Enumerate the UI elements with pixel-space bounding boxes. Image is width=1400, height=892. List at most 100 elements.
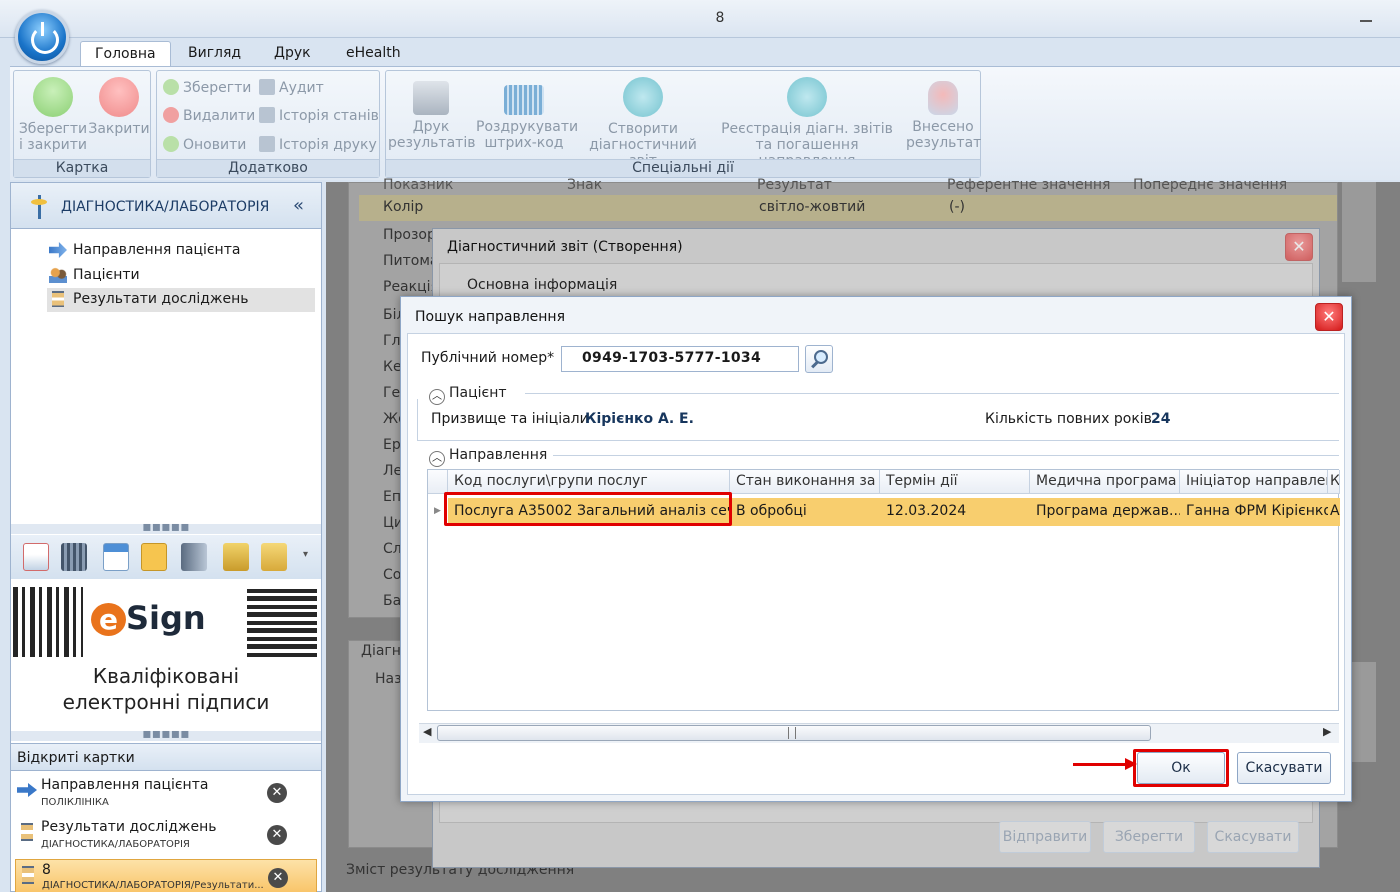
- tab-ehealth[interactable]: eHealth: [332, 41, 415, 67]
- navigation-sidebar: ДІАГНОСТИКА/ЛАБОРАТОРІЯ « Направлення па…: [10, 182, 322, 892]
- printer-icon: [413, 81, 449, 115]
- book-icon[interactable]: [223, 543, 249, 571]
- highlight-frame-ok: [1133, 749, 1229, 787]
- result-entered-button[interactable]: Внесено результат: [906, 77, 981, 151]
- open-cards-header: Відкриті картки: [11, 743, 321, 771]
- col-header-state[interactable]: Стан виконання за г: [730, 470, 880, 494]
- patient-age-label: Кількість повних років: [985, 411, 1152, 427]
- caduceus-module-icon[interactable]: [141, 543, 167, 571]
- patient-age: 24: [1151, 411, 1171, 427]
- folder-icon[interactable]: [261, 543, 287, 571]
- delete-button[interactable]: Видалити: [163, 107, 255, 127]
- collapse-button[interactable]: «: [293, 195, 304, 216]
- close-card-icon[interactable]: ✕: [268, 868, 288, 888]
- cell-k[interactable]: А: [1328, 498, 1340, 526]
- sidebar-item-results[interactable]: Результати досліджень: [47, 288, 315, 312]
- col-header-program[interactable]: Медична програма: [1030, 470, 1180, 494]
- esign-banner[interactable]: e Sign Кваліфіковані електронні підписи: [11, 581, 321, 731]
- sidebar-splitter[interactable]: ▪▪▪▪▪: [11, 520, 321, 534]
- highlight-frame-code: [444, 492, 732, 526]
- ribbon-group-special: Друк результатів Роздрукувати штрих-код …: [385, 70, 981, 178]
- referral-section[interactable]: ︿ Направлення: [429, 447, 547, 467]
- audit-button[interactable]: Аудит: [259, 79, 324, 99]
- tab-home[interactable]: Головна: [80, 41, 171, 67]
- close-button[interactable]: Закрити: [88, 77, 150, 137]
- tab-view[interactable]: Вигляд: [174, 41, 255, 67]
- search-close-icon[interactable]: ✕: [1315, 303, 1343, 331]
- tab-print[interactable]: Друк: [260, 41, 325, 67]
- public-number-label: Публічний номер*: [421, 350, 555, 366]
- register-reports-button[interactable]: Реєстрація діагн. звітів та погашення на…: [712, 77, 902, 169]
- hourglass-icon: [22, 866, 34, 884]
- esign-text: Кваліфіковані електронні підписи: [62, 664, 270, 714]
- state-history-button[interactable]: Історія станів: [259, 107, 379, 127]
- report-section-title: Основна інформація: [467, 277, 618, 293]
- app-menu-button[interactable]: [15, 10, 69, 64]
- public-number-input[interactable]: 0949-1703-5777-1034: [561, 346, 799, 372]
- create-report-button[interactable]: Створити діагностичний звіт: [576, 77, 710, 169]
- save-button[interactable]: Зберегти: [163, 79, 251, 99]
- row-name: Ба: [383, 593, 402, 609]
- close-card-icon[interactable]: ✕: [267, 825, 287, 845]
- cell-initiator[interactable]: Ганна ФРМ Кірієнко: [1180, 498, 1328, 526]
- horizontal-scrollbar[interactable]: ◀ ▶: [419, 723, 1339, 743]
- audit-icon: [259, 79, 275, 95]
- esign-logo: e Sign: [91, 599, 206, 637]
- cancel-button[interactable]: Скасувати: [1237, 752, 1331, 784]
- hourglass-icon: [52, 291, 64, 307]
- col-header-code[interactable]: Код послуги\групи послуг: [448, 470, 730, 494]
- hospital-icon[interactable]: [23, 543, 49, 571]
- history-icon: [259, 107, 275, 123]
- qr-code-left-icon: [13, 587, 83, 657]
- row-name: Прозор: [383, 227, 436, 243]
- xray-icon: [623, 77, 663, 117]
- open-card-referral[interactable]: Направлення пацієнта ПОЛІКЛІНІКА ✕: [15, 775, 317, 815]
- close-card-icon[interactable]: ✕: [267, 783, 287, 803]
- sidebar-item-patients[interactable]: Пацієнти: [47, 264, 140, 288]
- report-close-icon[interactable]: ✕: [1285, 233, 1313, 261]
- open-card-results[interactable]: Результати досліджень ДІАГНОСТИКА/ЛАБОРА…: [15, 817, 317, 857]
- books-icon[interactable]: [181, 543, 207, 571]
- report-dialog-title: Діагностичний звіт (Створення): [447, 239, 683, 255]
- send-button[interactable]: Відправити: [999, 821, 1091, 853]
- print-history-button[interactable]: Історія друку: [259, 136, 377, 156]
- red-arrow-icon: [1073, 763, 1131, 766]
- col-header-term[interactable]: Термін дії: [880, 470, 1030, 494]
- cell-program[interactable]: Програма держав...: [1030, 498, 1180, 526]
- table-row[interactable]: Колір світло-жовтий (-): [359, 195, 1337, 221]
- patients-icon: [49, 267, 67, 283]
- row-name: Сл: [383, 541, 402, 557]
- refresh-button[interactable]: Оновити: [163, 136, 246, 156]
- col-header-initiator[interactable]: Ініціатор направлен: [1180, 470, 1328, 494]
- save-close-button[interactable]: Зберегти і закрити: [18, 77, 88, 153]
- refresh-icon: [163, 136, 179, 152]
- print-results-button[interactable]: Друк результатів: [388, 77, 475, 151]
- col-header-k[interactable]: К: [1328, 470, 1340, 494]
- close-icon: [99, 77, 139, 117]
- nav-title: ДІАГНОСТИКА/ЛАБОРАТОРІЯ: [61, 199, 270, 215]
- group-label-special: Спеціальні дії: [386, 159, 980, 177]
- chevron-down-icon[interactable]: ▾: [303, 549, 308, 560]
- scroll-left-icon[interactable]: ◀: [423, 725, 431, 738]
- sidebar-item-referral[interactable]: Направлення пацієнта: [47, 239, 240, 263]
- building-icon[interactable]: [61, 543, 87, 571]
- report-save-button[interactable]: Зберегти: [1103, 821, 1195, 853]
- open-card-current[interactable]: 8 ДІАГНОСТИКА/ЛАБОРАТОРІЯ/Результати... …: [15, 859, 317, 892]
- lab-icon: [928, 81, 958, 115]
- scroll-thumb[interactable]: [437, 725, 1151, 741]
- ribbon-group-extra: Зберегти Видалити Оновити Аудит Історія …: [156, 70, 380, 178]
- save-icon: [163, 79, 179, 95]
- delete-icon: [163, 107, 179, 123]
- calendar-icon[interactable]: [103, 543, 129, 571]
- cell-term[interactable]: 12.03.2024: [880, 498, 1030, 526]
- print-barcode-button[interactable]: Роздрукувати штрих-код: [476, 77, 578, 151]
- minimize-button[interactable]: [1360, 8, 1372, 22]
- scroll-right-icon[interactable]: ▶: [1323, 725, 1331, 738]
- qr-code-right-icon: [247, 587, 317, 657]
- report-cancel-button[interactable]: Скасувати: [1207, 821, 1299, 853]
- cell-state[interactable]: В обробці: [730, 498, 880, 526]
- window-title: 8: [715, 10, 725, 26]
- sidebar-splitter-2[interactable]: ▪▪▪▪▪: [11, 727, 321, 741]
- search-button[interactable]: [805, 345, 833, 373]
- collapse-up-icon: ︿: [429, 451, 445, 467]
